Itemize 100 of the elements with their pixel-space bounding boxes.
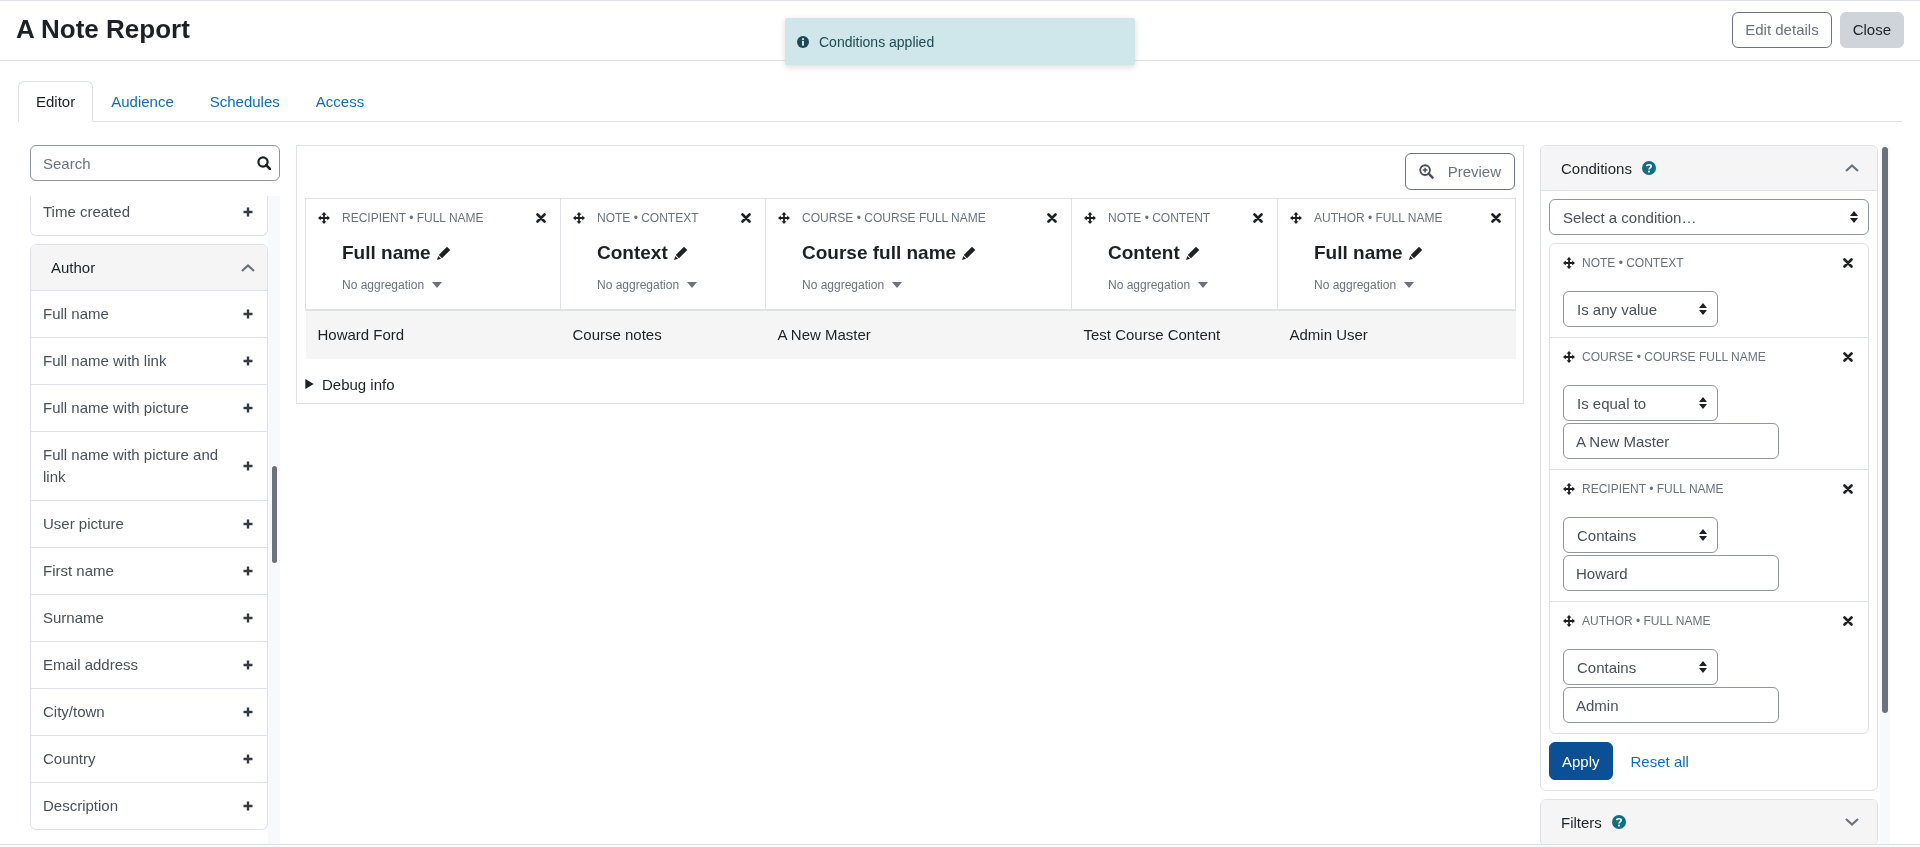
move-icon — [1563, 615, 1575, 627]
column-title[interactable]: Course full name — [802, 242, 957, 264]
field-list-item[interactable]: User picture — [31, 501, 267, 548]
panel-header[interactable]: Filters — [1541, 800, 1877, 844]
move-icon — [1563, 257, 1575, 269]
move-icon — [1563, 483, 1575, 495]
remove-icon — [1843, 616, 1853, 626]
value-field[interactable]: Admin — [1563, 687, 1779, 723]
condition-select[interactable]: Select a condition… — [1549, 199, 1869, 235]
plus-icon — [243, 613, 253, 623]
value-field[interactable]: A New Master — [1563, 423, 1779, 459]
column-title[interactable]: Full name — [342, 242, 431, 264]
field-list-item[interactable]: First name — [31, 548, 267, 595]
field-list-item[interactable]: Full name with picture — [31, 385, 267, 432]
operator-select[interactable]: Contains — [1563, 649, 1718, 685]
select-arrows-icon — [1699, 661, 1707, 673]
move-icon — [1290, 212, 1302, 224]
remove-icon — [1047, 213, 1057, 223]
aggregation-dropdown[interactable]: No aggregation — [802, 278, 903, 292]
column-source: RECIPIENT • FULL NAME — [342, 211, 484, 225]
caret-icon — [1198, 282, 1209, 288]
move-icon — [1563, 351, 1575, 363]
search-field[interactable]: Search — [30, 145, 280, 181]
aggregation-dropdown[interactable]: No aggregation — [1108, 278, 1209, 292]
remove-icon — [1843, 352, 1853, 362]
move-icon — [1084, 212, 1096, 224]
page-title: A Note Report — [16, 14, 190, 45]
column-source: NOTE • CONTENT — [1108, 211, 1211, 225]
aggregation-dropdown[interactable]: No aggregation — [1314, 278, 1415, 292]
table-cell: Test Course Content — [1071, 309, 1278, 359]
help-icon — [1611, 815, 1626, 829]
field-list-item[interactable]: Email address — [31, 642, 267, 689]
remove-icon — [741, 213, 751, 223]
panel-title: Conditions — [1561, 159, 1632, 177]
move-icon — [573, 212, 585, 224]
help-icon — [1641, 161, 1656, 175]
tab[interactable]: Access — [297, 81, 383, 122]
group-header[interactable]: Author — [31, 245, 267, 291]
plus-icon — [243, 403, 253, 413]
tab[interactable]: Audience — [93, 81, 192, 122]
remove-icon — [1253, 213, 1263, 223]
group-title: Author — [51, 259, 96, 276]
plus-icon — [243, 754, 253, 764]
column-title[interactable]: Content — [1108, 242, 1180, 264]
caret-icon — [687, 282, 698, 288]
pencil-icon — [1408, 246, 1423, 260]
move-icon — [778, 212, 790, 224]
apply-button[interactable]: Apply — [1549, 742, 1613, 780]
panel-title: Filters — [1561, 813, 1602, 831]
preview-button[interactable]: Preview — [1404, 153, 1515, 190]
scrollbar-thumb[interactable] — [272, 466, 277, 563]
aggregation-dropdown[interactable]: No aggregation — [342, 278, 443, 292]
table-cell: Admin User — [1277, 309, 1516, 359]
table-cell: Course notes — [560, 309, 766, 359]
field-list-item[interactable]: Surname — [31, 595, 267, 642]
field-list-item[interactable]: Country — [31, 736, 267, 783]
edit-button[interactable]: Edit details — [1732, 11, 1832, 48]
field-list-item[interactable]: Full name — [31, 291, 267, 338]
move-icon — [318, 212, 330, 224]
remove-icon — [1843, 484, 1853, 494]
table-cell: Howard Ford — [305, 309, 561, 359]
field-list-item[interactable]: City/town — [31, 689, 267, 736]
select-arrows-icon — [1699, 303, 1707, 315]
close-button[interactable]: Close — [1839, 11, 1904, 48]
tab[interactable]: Schedules — [191, 81, 298, 122]
column-title[interactable]: Context — [597, 242, 668, 264]
condition-source: NOTE • CONTEXT — [1582, 256, 1684, 270]
zoom-in-icon — [1418, 164, 1434, 179]
pencil-icon — [673, 246, 688, 260]
plus-icon — [243, 356, 253, 366]
field-list-item[interactable]: Time created — [31, 196, 267, 235]
operator-select[interactable]: Is any value — [1563, 291, 1718, 327]
remove-icon — [536, 213, 546, 223]
column-source: COURSE • COURSE FULL NAME — [802, 211, 986, 225]
pencil-icon — [962, 246, 977, 260]
select-arrows-icon — [1850, 211, 1858, 223]
pencil-icon — [436, 246, 451, 260]
operator-select[interactable]: Contains — [1563, 517, 1718, 553]
table-cell: A New Master — [765, 309, 1072, 359]
remove-icon — [1843, 258, 1853, 268]
condition-source: COURSE • COURSE FULL NAME — [1582, 350, 1766, 364]
operator-select[interactable]: Is equal to — [1563, 385, 1718, 421]
plus-icon — [243, 566, 253, 576]
scrollbar-thumb[interactable] — [1882, 147, 1888, 713]
column-title[interactable]: Full name — [1314, 242, 1403, 264]
panel-header[interactable]: Conditions — [1541, 146, 1877, 191]
debug-toggle[interactable]: Debug info — [305, 375, 395, 393]
search-icon — [257, 156, 271, 170]
field-list-item[interactable]: Full name with picture and link — [31, 432, 267, 501]
remove-icon — [1491, 213, 1501, 223]
tab[interactable]: Editor — [18, 81, 94, 122]
reset-link[interactable]: Reset all — [1630, 752, 1689, 770]
plus-icon — [243, 707, 253, 717]
select-arrows-icon — [1699, 397, 1707, 409]
field-list-item[interactable]: Description — [31, 783, 267, 829]
aggregation-dropdown[interactable]: No aggregation — [597, 278, 698, 292]
plus-icon — [243, 660, 253, 670]
condition-source: RECIPIENT • FULL NAME — [1582, 482, 1724, 496]
value-field[interactable]: Howard — [1563, 555, 1779, 591]
field-list-item[interactable]: Full name with link — [31, 338, 267, 385]
